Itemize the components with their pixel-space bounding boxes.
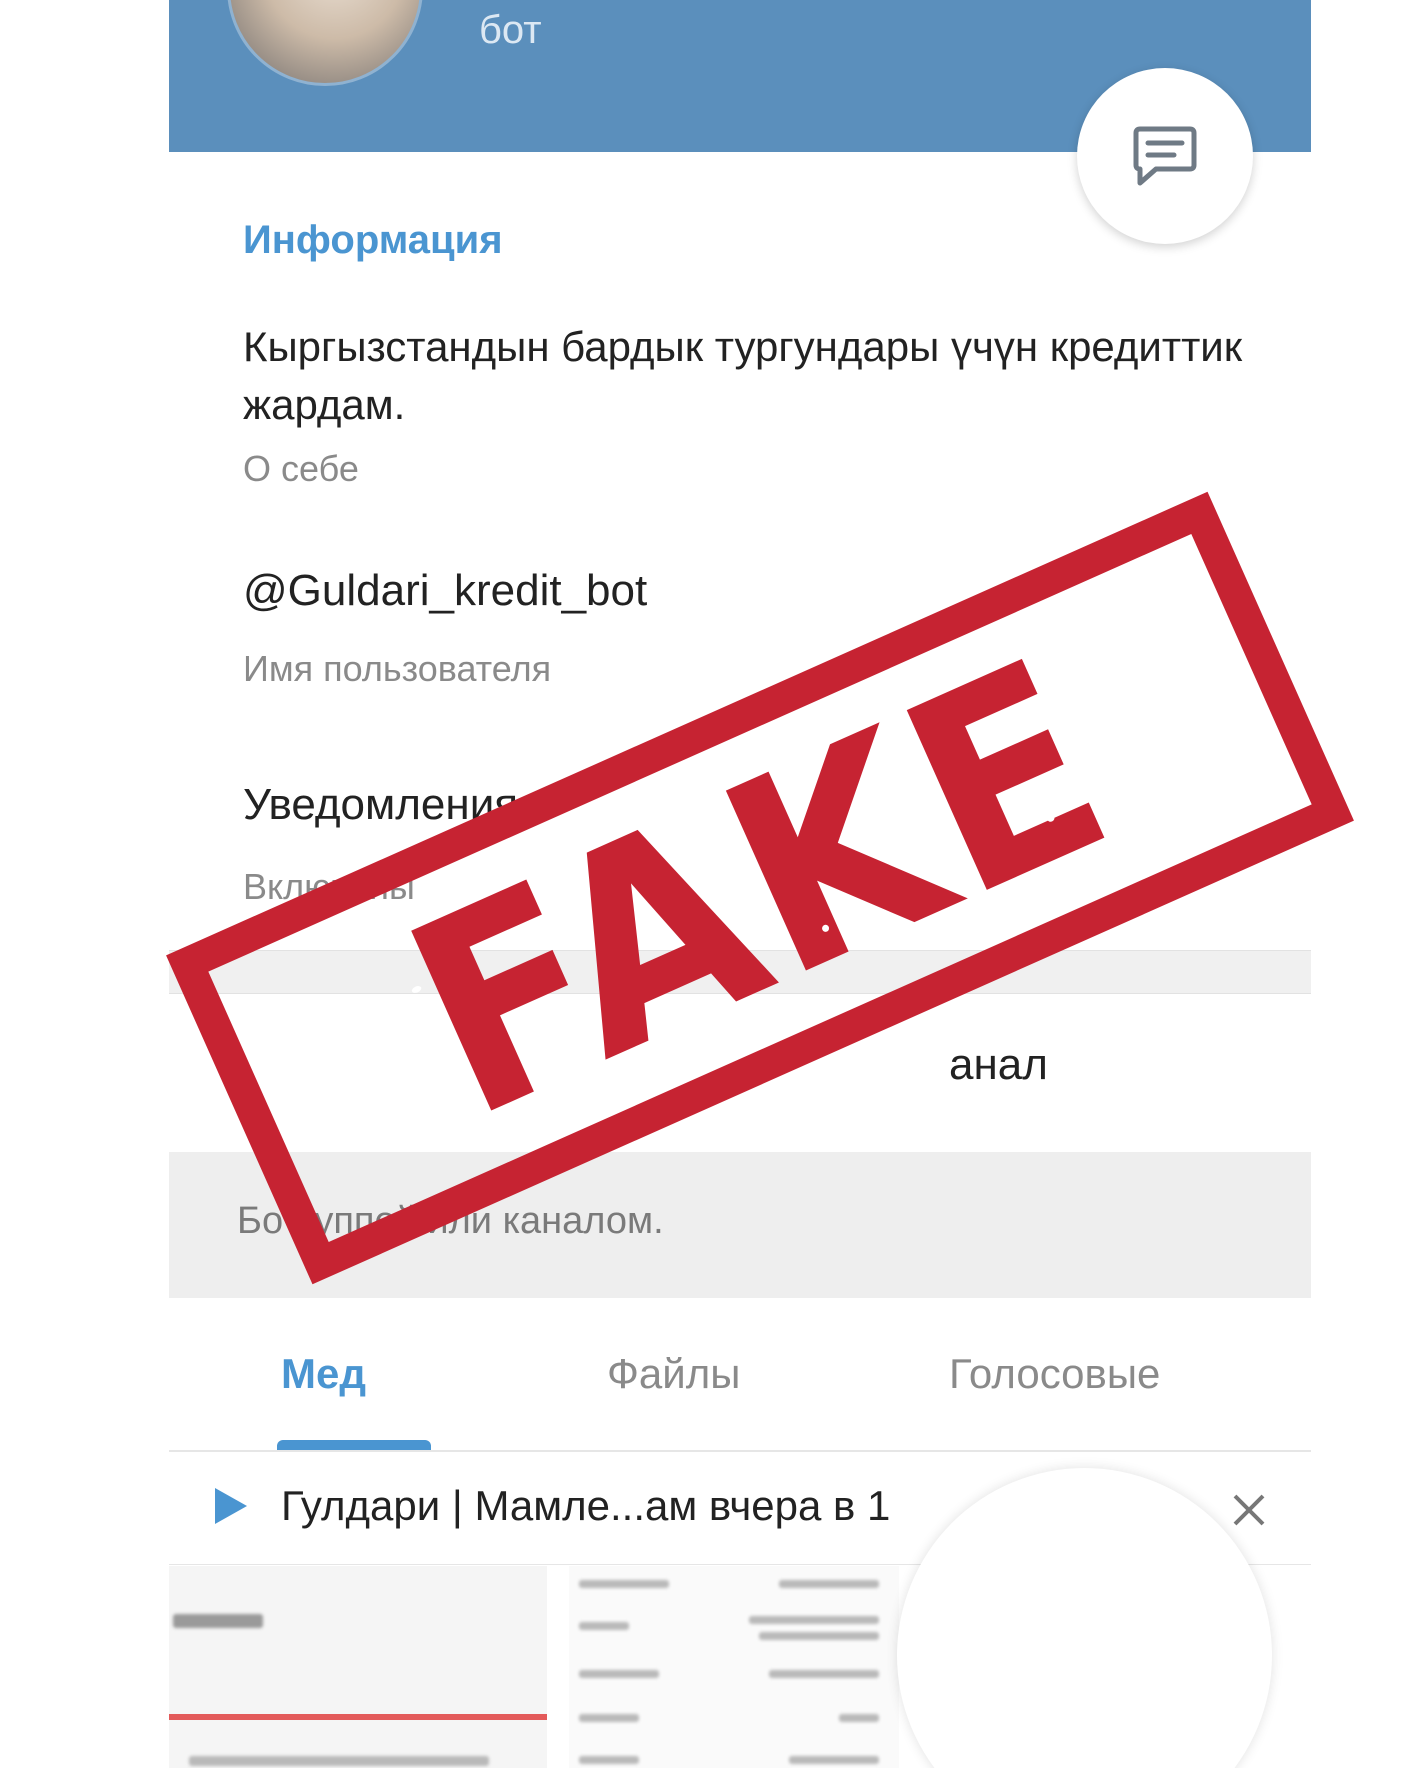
media-thumbnail[interactable] [169, 1566, 547, 1768]
chat-icon [1133, 126, 1197, 186]
username-value[interactable]: @Guldari_kredit_bot [243, 566, 647, 616]
add-to-channel-label[interactable]: анал [949, 1040, 1048, 1090]
tab-files[interactable]: Файлы [607, 1350, 740, 1398]
tab-media[interactable]: Мед [281, 1350, 366, 1398]
media-tabs: Мед Файлы Голосовые [169, 1332, 1311, 1452]
active-tab-indicator [277, 1440, 431, 1450]
bio-text: Кыргызстандын бардык тургундары үчүн кре… [243, 323, 1243, 428]
avatar[interactable] [227, 0, 423, 86]
play-icon[interactable] [213, 1486, 249, 1526]
profile-status: бот [479, 8, 542, 52]
close-icon[interactable] [1231, 1492, 1267, 1528]
bio-caption: О себе [243, 448, 359, 489]
info-section-title: Информация [243, 218, 503, 262]
tab-voice[interactable]: Голосовые [949, 1350, 1160, 1398]
media-thumbnail[interactable] [569, 1566, 899, 1768]
username-caption: Имя пользователя [243, 648, 552, 689]
send-message-button[interactable] [1077, 68, 1253, 244]
player-title: Гулдари | Мамле...ам вчера в 1 [281, 1482, 891, 1529]
